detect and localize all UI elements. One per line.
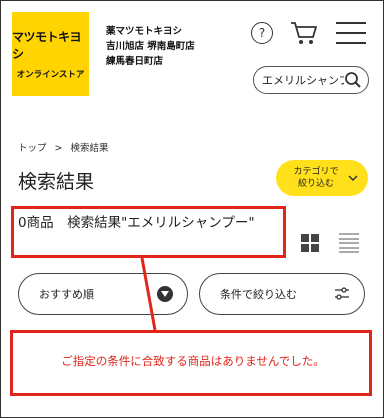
category-label-line-2: 絞り込む bbox=[297, 179, 334, 189]
category-label-line-1: カテゴリで bbox=[293, 167, 339, 177]
search-icon[interactable] bbox=[344, 71, 362, 89]
store-info: 薬マツモトキヨシ 吉川旭店 堺南島町店 練馬春日町店 bbox=[106, 24, 246, 69]
sort-select[interactable]: おすすめ順 bbox=[18, 273, 188, 315]
page-title: 検索結果 bbox=[18, 171, 95, 193]
search-input[interactable] bbox=[262, 73, 344, 87]
sort-selected-label: おすすめ順 bbox=[39, 288, 94, 301]
caret-down-icon bbox=[157, 286, 173, 302]
search-bar[interactable] bbox=[253, 66, 369, 94]
breadcrumb-separator: > bbox=[54, 143, 63, 154]
hamburger-menu-icon[interactable] bbox=[336, 22, 366, 44]
list-view-icon[interactable] bbox=[339, 233, 359, 253]
store-line-1: 薬マツモトキヨシ bbox=[106, 26, 183, 37]
breadcrumb-home[interactable]: トップ bbox=[18, 143, 47, 154]
annotation-box-results bbox=[11, 206, 286, 258]
breadcrumb-current: 検索結果 bbox=[70, 143, 109, 154]
grid-view-icon[interactable] bbox=[301, 234, 319, 252]
store-logo[interactable]: マツモトキヨシ オンラインストア bbox=[12, 12, 89, 96]
cart-icon[interactable] bbox=[289, 20, 319, 46]
store-line-2: 吉川旭店 堺南島町店 bbox=[106, 41, 195, 52]
logo-sub-text: オンラインストア bbox=[16, 70, 85, 80]
filter-conditions-button[interactable]: 条件で絞り込む bbox=[199, 273, 365, 315]
category-filter-button[interactable]: カテゴリで 絞り込む bbox=[276, 160, 368, 196]
filter-label: 条件で絞り込む bbox=[220, 288, 297, 301]
sliders-icon bbox=[335, 287, 349, 300]
no-results-message: ご指定の条件に合致する商品はありませんでした。 bbox=[61, 354, 325, 368]
help-symbol: ? bbox=[258, 26, 266, 40]
category-button-label: カテゴリで 絞り込む bbox=[288, 166, 344, 190]
chevron-down-icon bbox=[348, 175, 358, 182]
logo-main-text: マツモトキヨシ bbox=[12, 30, 82, 61]
breadcrumb: トップ > 検索結果 bbox=[18, 140, 109, 154]
help-icon[interactable]: ? bbox=[251, 22, 273, 44]
store-line-3: 練馬春日町店 bbox=[106, 56, 164, 67]
